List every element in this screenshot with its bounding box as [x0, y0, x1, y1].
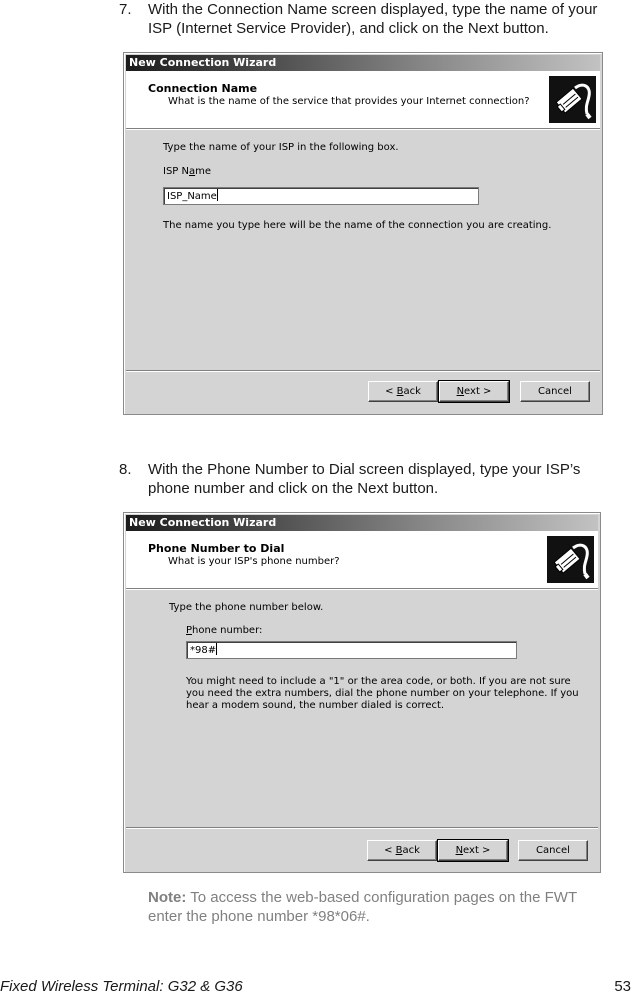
btn-accelerator: B [395, 845, 403, 856]
step-text-line-1: With the Connection Name screen displaye… [148, 1, 598, 18]
back-button[interactable]: < Back [368, 381, 438, 402]
network-cable-icon [549, 76, 596, 123]
header-subtitle: What is the name of the service that pro… [168, 96, 530, 107]
phone-number-dialog: New Connection Wizard Phone Number to Di… [123, 512, 601, 873]
label-part: me [195, 166, 212, 177]
hint-text-line-1: You might need to include a "1" or the a… [186, 676, 571, 687]
step-text-line-2: ISP (Internet Service Provider), and cli… [148, 20, 549, 37]
next-button[interactable]: Next > [438, 380, 510, 403]
header-title: Phone Number to Dial [148, 542, 285, 555]
btn-label: ack [402, 845, 420, 856]
btn-label: < [385, 386, 397, 397]
hint-text-line-3: hear a modem sound, the number dialed is… [186, 700, 445, 711]
connection-name-dialog: New Connection Wizard Connection Name Wh… [123, 52, 603, 415]
text-caret [216, 643, 218, 655]
instruction-text: Type the phone number below. [169, 602, 324, 613]
hint-text-line-2: you need the extra numbers, dial the pho… [186, 688, 579, 699]
step-7: 7. With the Connection Name screen displ… [119, 0, 633, 40]
btn-label: ack [403, 386, 421, 397]
input-value: *98# [190, 645, 217, 656]
dialog-header: Phone Number to Dial What is your ISP's … [126, 531, 598, 590]
note-text: To access the web-based configuration pa… [186, 889, 578, 906]
step-8: 8. With the Phone Number to Dial screen … [119, 460, 633, 500]
step-number: 8. [119, 461, 132, 478]
cancel-button[interactable]: Cancel [520, 381, 590, 402]
label-part: ISP N [163, 166, 189, 177]
dialog-title-bar: New Connection Wizard [126, 55, 600, 71]
step-number: 7. [119, 1, 132, 18]
label-part: hone number: [192, 625, 263, 636]
back-button[interactable]: < Back [367, 840, 437, 861]
note-label: Note: [148, 889, 187, 906]
btn-label: ext > [464, 386, 492, 397]
note-line-1: Note: To access the web-based configurat… [148, 888, 577, 907]
note: Note: To access the web-based configurat… [148, 888, 577, 926]
dialog-title-bar: New Connection Wizard [126, 515, 598, 531]
note-line-2: enter the phone number *98*06#. [148, 908, 370, 925]
btn-label: ext > [463, 845, 491, 856]
btn-label: < [384, 845, 396, 856]
btn-accelerator: N [455, 845, 464, 856]
button-divider [126, 370, 600, 372]
dialog-header: Connection Name What is the name of the … [126, 71, 600, 130]
network-cable-icon [547, 536, 594, 583]
step-text-line-2: phone number and click on the Next butto… [148, 480, 439, 497]
input-value: ISP_Name [167, 191, 217, 202]
cancel-button[interactable]: Cancel [518, 840, 588, 861]
button-divider [126, 827, 598, 829]
step-text-line-1: With the Phone Number to Dial screen dis… [148, 461, 581, 478]
next-button[interactable]: Next > [437, 839, 509, 862]
btn-accelerator: N [456, 386, 465, 397]
text-caret [216, 189, 218, 201]
phone-number-input[interactable]: *98# [186, 641, 517, 659]
footer-title: Fixed Wireless Terminal: G32 & G36 [0, 978, 243, 995]
hint-text: The name you type here will be the name … [163, 220, 552, 231]
instruction-text: Type the name of your ISP in the followi… [163, 142, 399, 153]
page-number: 53 [614, 978, 631, 995]
phone-number-label: Phone number: [186, 625, 262, 637]
isp-name-label: ISP Name [163, 166, 211, 178]
btn-accelerator: B [396, 386, 404, 397]
header-subtitle: What is your ISP's phone number? [168, 556, 340, 567]
isp-name-input[interactable]: ISP_Name [163, 187, 479, 205]
header-title: Connection Name [148, 82, 258, 95]
